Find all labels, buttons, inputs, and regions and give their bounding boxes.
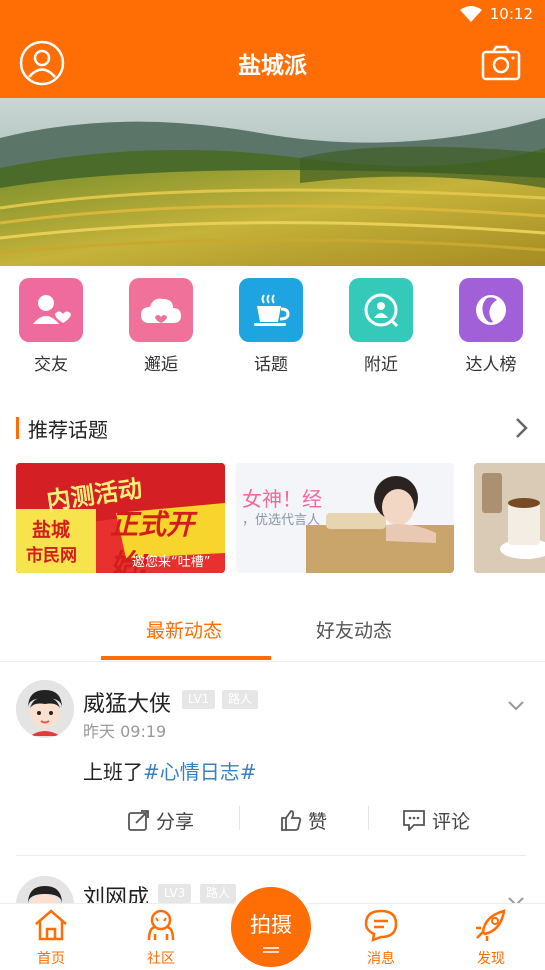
menu-lines-icon xyxy=(263,947,279,953)
coffee-cup-icon xyxy=(239,278,303,342)
topic-card-goddess[interactable]: 女神！经 ，优选代言人 xyxy=(236,463,454,573)
coffee-photo xyxy=(474,463,545,573)
menu-label: 交友 xyxy=(34,355,68,375)
menu-item-ranking[interactable]: 达人榜 xyxy=(446,278,536,378)
banner-image[interactable] xyxy=(0,98,545,266)
rank-badge: 路人 xyxy=(200,884,237,903)
shoot-button[interactable]: 拍摄 xyxy=(228,884,314,970)
promo-brand2: 市民网 xyxy=(26,546,77,566)
post-hashtag[interactable]: #心情日志# xyxy=(143,760,257,784)
comment-button[interactable]: 评论 xyxy=(402,800,470,840)
menu-label: 附近 xyxy=(364,355,398,375)
quick-menu: 交友 邂逅 话题 附近 达人榜 xyxy=(0,278,545,378)
nav-community-label: 社区 xyxy=(147,951,175,967)
message-icon xyxy=(364,909,398,942)
community-icon xyxy=(147,909,175,941)
menu-label: 邂逅 xyxy=(144,355,178,375)
action-separator xyxy=(368,806,369,830)
shoot-label: 拍摄 xyxy=(250,913,292,937)
friend-heart-icon xyxy=(19,278,83,342)
nav-community[interactable]: 社区 xyxy=(126,908,196,968)
menu-item-encounter[interactable]: 邂逅 xyxy=(116,278,206,378)
app-root: 10:12 盐城派 交友 邂逅 话题 附近 达人榜 推荐话题 内测活动 正式开始… xyxy=(0,0,545,970)
topic-card-promo[interactable]: 内测活动 正式开始! 盐城 市民网 邀您来“吐槽” xyxy=(16,463,225,573)
home-icon xyxy=(35,909,67,941)
post-content: 上班了#心情日志# xyxy=(83,756,257,785)
like-label: 赞 xyxy=(308,810,328,833)
menu-label: 话题 xyxy=(254,355,288,375)
chevron-right-icon xyxy=(516,418,528,438)
like-button[interactable]: 赞 xyxy=(280,800,327,840)
topic-card-coffee[interactable] xyxy=(474,463,545,573)
chevron-down-icon[interactable] xyxy=(507,700,525,712)
status-bar: 10:12 xyxy=(459,4,533,24)
camera-icon xyxy=(481,45,521,81)
promo-brand1: 盐城 xyxy=(32,519,71,541)
thumbs-up-icon xyxy=(281,810,302,831)
comment-icon xyxy=(403,810,425,831)
app-header: 10:12 盐城派 xyxy=(0,0,545,98)
rank-badge: 路人 xyxy=(222,690,259,709)
active-tab-indicator xyxy=(101,656,271,660)
nav-messages-label: 消息 xyxy=(367,951,395,967)
share-label: 分享 xyxy=(156,810,195,833)
location-icon xyxy=(349,278,413,342)
tab-friends[interactable]: 好友动态 xyxy=(316,616,392,643)
level-badge: LV1 xyxy=(182,690,216,709)
nav-messages[interactable]: 消息 xyxy=(346,908,416,968)
section-accent-bar xyxy=(16,417,19,439)
menu-label: 达人榜 xyxy=(465,355,517,375)
nav-home-label: 首页 xyxy=(37,951,65,967)
menu-item-topics[interactable]: 话题 xyxy=(226,278,316,378)
nav-home[interactable]: 首页 xyxy=(16,908,86,968)
feed-tabs: 最新动态 好友动态 xyxy=(0,600,545,662)
level-badge: LV3 xyxy=(158,884,192,903)
nav-discover-label: 发现 xyxy=(477,951,505,967)
wifi-icon xyxy=(459,6,482,22)
menu-item-nearby[interactable]: 附近 xyxy=(336,278,426,378)
goddess-sub: ，优选代言人 xyxy=(242,513,321,528)
avatar[interactable] xyxy=(16,680,74,738)
tab-latest[interactable]: 最新动态 xyxy=(146,616,222,643)
nav-discover[interactable]: 发现 xyxy=(456,908,526,968)
post-username[interactable]: 威猛大侠 xyxy=(83,686,171,718)
action-separator xyxy=(239,806,240,830)
status-time: 10:12 xyxy=(489,5,533,23)
comment-label: 评论 xyxy=(432,810,471,833)
share-button[interactable]: 分享 xyxy=(128,800,194,840)
topic-carousel[interactable]: 内测活动 正式开始! 盐城 市民网 邀您来“吐槽” 女神！经 ，优选代言人 xyxy=(16,463,545,573)
post-time: 昨天 09:19 xyxy=(83,722,167,741)
post-actions: 分享 赞 评论 xyxy=(100,800,490,840)
camera-button[interactable] xyxy=(481,45,521,81)
rocket-icon xyxy=(476,909,506,941)
rice-terrace-photo xyxy=(0,98,545,266)
feed-post: 威猛大侠 LV1 路人 昨天 09:19 上班了#心情日志# 分享 赞 评论 xyxy=(0,662,545,862)
cloud-heart-icon xyxy=(129,278,193,342)
share-icon xyxy=(128,810,149,831)
section-title: 推荐话题 xyxy=(28,418,108,442)
post-text: 上班了 xyxy=(83,760,143,784)
page-title: 盐城派 xyxy=(238,53,307,79)
menu-item-friends[interactable]: 交友 xyxy=(6,278,96,378)
recommend-section-header[interactable]: 推荐话题 xyxy=(16,414,530,442)
goddess-line1: 女神！经 xyxy=(242,487,322,511)
cartoon-avatar-icon xyxy=(16,680,74,738)
post-divider xyxy=(16,855,526,856)
promo-sub: 邀您来“吐槽” xyxy=(132,555,211,570)
portrait-icon xyxy=(459,278,523,342)
